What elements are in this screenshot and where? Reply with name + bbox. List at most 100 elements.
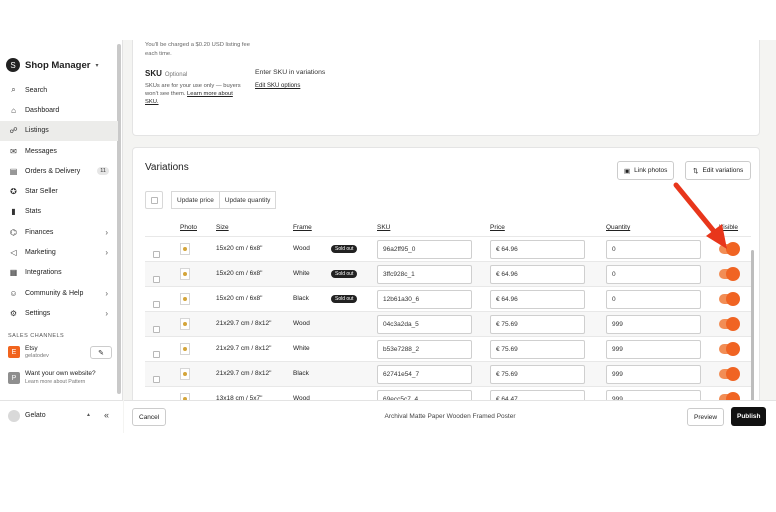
image-placeholder-icon [183, 322, 187, 326]
sold-out-badge: Sold out [331, 295, 358, 303]
sku-input[interactable]: 69ecc5c7_4 [377, 390, 472, 400]
quantity-input[interactable]: 999 [606, 365, 701, 384]
sku-input[interactable]: 12b61a30_6 [377, 290, 472, 309]
photo-thumbnail[interactable] [180, 368, 190, 380]
sales-channel-etsy[interactable]: E Etsy gelatodev ✎ [8, 345, 112, 363]
quantity-input[interactable]: 999 [606, 390, 701, 400]
update-price-button[interactable]: Update price [171, 191, 220, 209]
sidebar-item-marketing[interactable]: ◁ Marketing › [0, 242, 118, 262]
column-quantity[interactable]: Quantity [606, 224, 630, 231]
table-scrollbar[interactable] [751, 250, 754, 400]
update-quantity-button[interactable]: Update quantity [219, 191, 277, 209]
edit-variations-label: Edit variations [702, 167, 744, 174]
cell-frame: Black [293, 295, 309, 302]
sidebar-item-settings[interactable]: ⚙ Settings › [0, 303, 118, 323]
user-menu[interactable]: Gelato ▲ « [0, 400, 123, 433]
toggle-knob [726, 267, 740, 281]
photo-thumbnail[interactable] [180, 268, 190, 280]
sku-input[interactable]: 62741e54_7 [377, 365, 472, 384]
sidebar-item-listings[interactable]: ☍ Listings [0, 120, 118, 141]
photo-thumbnail[interactable] [180, 243, 190, 255]
column-size[interactable]: Size [216, 224, 229, 231]
sidebar-item-search[interactable]: ⌕ Search [0, 80, 118, 100]
avatar [8, 410, 20, 422]
chevron-up-icon: ▲ [86, 412, 91, 418]
pattern-learn-more-link[interactable]: Learn more about Pattern [25, 379, 85, 385]
toggle-knob [726, 367, 740, 381]
sidebar-item-label: Orders & Delivery [25, 167, 81, 175]
column-frame[interactable]: Frame [293, 224, 312, 231]
sidebar-item-integrations[interactable]: ▦ Integrations [0, 263, 118, 283]
cell-size: 15x20 cm / 6x8" [216, 245, 263, 252]
select-all-checkbox[interactable] [145, 191, 163, 209]
sidebar-item-dashboard[interactable]: ⌂ Dashboard [0, 100, 118, 120]
visible-toggle[interactable] [719, 342, 740, 356]
visible-toggle[interactable] [719, 317, 740, 331]
sidebar-item-orders-delivery[interactable]: ▤ Orders & Delivery 11 [0, 161, 118, 181]
finances-icon: ⌬ [10, 227, 17, 237]
sku-input[interactable]: b53e7288_2 [377, 340, 472, 359]
sidebar-item-stats[interactable]: ▮ Stats [0, 202, 118, 222]
pricing-sku-card: You'll be charged a $0.20 USD listing fe… [132, 40, 760, 136]
checkbox-box [153, 351, 160, 358]
sales-channel-pattern[interactable]: P Want your own website? Learn more abou… [8, 370, 118, 388]
price-input[interactable]: € 75.69 [490, 340, 585, 359]
publish-button[interactable]: Publish [731, 407, 767, 426]
image-placeholder-icon [183, 247, 187, 251]
sku-input[interactable]: 3ffc928c_1 [377, 265, 472, 284]
preview-button[interactable]: Preview [687, 408, 725, 426]
image-placeholder-icon [183, 297, 187, 301]
visible-toggle[interactable] [719, 367, 740, 381]
quantity-input[interactable]: 999 [606, 315, 701, 334]
sidebar-item-finances[interactable]: ⌬ Finances › [0, 222, 118, 242]
visible-toggle[interactable] [719, 242, 740, 256]
shop-manager-menu[interactable]: S Shop Manager ▾ [6, 58, 98, 72]
edit-sku-options-link[interactable]: Edit SKU options [255, 83, 300, 89]
price-input[interactable]: € 64.47 [490, 390, 585, 400]
table-row: 21x29.7 cm / 8x12" White b53e7288_2 € 75.69… [145, 336, 751, 361]
quantity-input[interactable]: 0 [606, 290, 701, 309]
checkbox-box [153, 326, 160, 333]
edit-pencil-icon[interactable]: ✎ [90, 346, 112, 359]
photo-thumbnail[interactable] [180, 343, 190, 355]
toggle-knob [726, 392, 740, 400]
chevron-right-icon: › [105, 248, 108, 258]
price-input[interactable]: € 64.96 [490, 265, 585, 284]
collapse-sidebar-icon[interactable]: « [104, 410, 109, 420]
sidebar-item-messages[interactable]: ✉ Messages [0, 141, 118, 161]
image-placeholder-icon [183, 372, 187, 376]
sku-label: SKU Optional [145, 69, 187, 78]
price-input[interactable]: € 64.96 [490, 290, 585, 309]
sidebar-item-community-help[interactable]: ☺ Community & Help › [0, 283, 118, 303]
sku-input[interactable]: 96a2ff95_0 [377, 240, 472, 259]
quantity-input[interactable]: 999 [606, 340, 701, 359]
cell-frame: White [293, 270, 310, 277]
listing-fee-note: You'll be charged a $0.20 USD listing fe… [145, 42, 250, 57]
photo-thumbnail[interactable] [180, 293, 190, 305]
column-visible[interactable]: Visible [719, 224, 738, 231]
quantity-input[interactable]: 0 [606, 265, 701, 284]
sku-input[interactable]: 04c3a2da_5 [377, 315, 472, 334]
quantity-input[interactable]: 0 [606, 240, 701, 259]
home-icon: ⌂ [11, 105, 16, 115]
price-input[interactable]: € 75.69 [490, 365, 585, 384]
visible-toggle[interactable] [719, 267, 740, 281]
checkbox-box [153, 276, 160, 283]
bulk-actions: Update price Update quantity [145, 191, 277, 209]
photo-thumbnail[interactable] [180, 318, 190, 330]
marketing-icon: ◁ [10, 248, 17, 258]
price-input[interactable]: € 64.96 [490, 240, 585, 259]
photo-thumbnail[interactable] [180, 393, 190, 400]
sidebar-nav: ⌕ Search ⌂ Dashboard ☍ Listings ✉ Messages ▤ Orde… [0, 80, 118, 324]
link-photos-button[interactable]: ▣ Link photos [617, 161, 675, 180]
image-placeholder-icon [183, 272, 187, 276]
column-sku[interactable]: SKU [377, 224, 390, 231]
column-photo[interactable]: Photo [180, 224, 197, 231]
edit-variations-button[interactable]: ⇅ Edit variations [685, 161, 752, 180]
column-price[interactable]: Price [490, 224, 505, 231]
integrations-icon: ▦ [9, 268, 18, 278]
app-window: S Shop Manager ▾ ⌕ Search ⌂ Dashboard ☍ Listi… [0, 40, 776, 433]
visible-toggle[interactable] [719, 292, 740, 306]
price-input[interactable]: € 75.69 [490, 315, 585, 334]
sidebar-item-star-seller[interactable]: ✪ Star Seller [0, 181, 118, 201]
